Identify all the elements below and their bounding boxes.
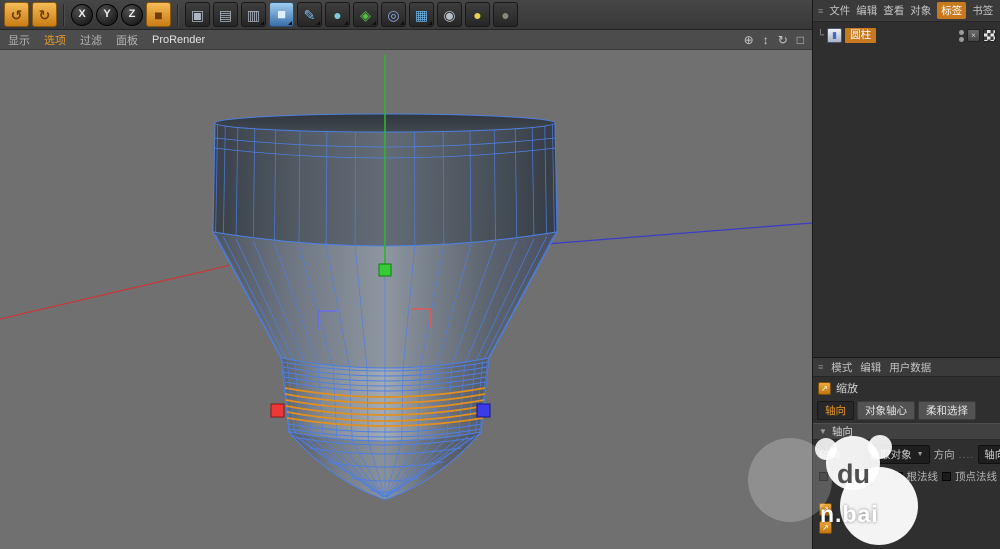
cinema4d-window: ↺ ↻ X Y Z ■ ▣ ▤ ▥ ■ ✎ ● ◈ ◎ ▦ ◉ ● ● 显示 选… (0, 0, 1000, 549)
light-on-icon[interactable]: ● (465, 2, 490, 27)
pick-object-value: 选取对象 (870, 447, 912, 462)
toolbar-separator (63, 4, 65, 26)
undo-icon[interactable]: ↺ (4, 2, 29, 27)
om-menu-file[interactable]: 文件 (829, 3, 850, 18)
light-dim-icon[interactable]: ● (493, 2, 518, 27)
pan-view-icon[interactable]: ⊕ (744, 33, 754, 47)
keep-label: 保持 (832, 469, 853, 484)
om-menu-view[interactable]: 查看 (883, 3, 904, 18)
am-menu-userdata[interactable]: 用户数据 (889, 360, 931, 375)
render-picture-viewer-icon[interactable]: ▤ (213, 2, 238, 27)
cylinder-object-icon[interactable]: ▮ (827, 28, 842, 43)
attribute-row: ↗ (813, 516, 1000, 534)
direction-dropdown[interactable]: 轴向 (978, 445, 1000, 464)
render-view-icon[interactable]: ▣ (185, 2, 210, 27)
viewport-3d[interactable] (0, 50, 812, 549)
panel-grip-icon[interactable]: ≡ (818, 362, 823, 372)
axis-section-header[interactable]: ▼ 轴向 (813, 423, 1000, 440)
toggle-view-icon[interactable]: □ (797, 33, 804, 47)
viewport-panel: 显示 选项 过滤 面板 ProRender ⊕ ↕ ↻ □ (0, 30, 812, 549)
direction-label: 方向 (934, 447, 955, 462)
coordinate-system-icon[interactable]: ■ (146, 2, 171, 27)
object-manager: ≡ 文件 编辑 查看 对象 标签 书签 └ ▮ 圆柱 × (813, 0, 1000, 358)
viewport-canvas[interactable] (0, 50, 812, 549)
right-panel: ≡ 文件 编辑 查看 对象 标签 书签 └ ▮ 圆柱 × ≡ 模式 编辑 (812, 0, 1000, 549)
viewport-menu-display[interactable]: 显示 (8, 32, 30, 48)
toolbar-separator (177, 4, 179, 26)
material-sphere-icon[interactable]: ● (325, 2, 350, 27)
phong-tag-icon[interactable] (983, 29, 996, 42)
root-normal-checkbox[interactable] (894, 472, 903, 481)
render-settings-icon[interactable]: ▥ (241, 2, 266, 27)
tab-soft-selection[interactable]: 柔和选择 (918, 401, 976, 420)
am-menu-edit[interactable]: 编辑 (860, 360, 881, 375)
direction-value: 轴向 (984, 447, 1000, 462)
section-collapse-icon[interactable]: ▼ (819, 427, 827, 436)
viewport-menu-options[interactable]: 选项 (44, 32, 66, 48)
am-menu-mode[interactable]: 模式 (831, 360, 852, 375)
dots: .... (959, 449, 975, 461)
scale-tool-icon: ↗ (818, 382, 831, 395)
axis-field-icon[interactable]: ↗ (819, 521, 832, 534)
om-menu-tags[interactable]: 标签 (937, 2, 966, 19)
tab-object-axis[interactable]: 对象轴心 (857, 401, 915, 420)
tree-elbow-icon: └ (817, 30, 824, 41)
axis-parameter-row: 轴向 .... 选取对象 ▼ 方向 .... 轴向 (813, 440, 1000, 464)
viewport-menu-prorender[interactable]: ProRender (152, 34, 205, 46)
axis-field-icon[interactable]: ↗ (819, 503, 832, 516)
viewport-menu-filter[interactable]: 过滤 (80, 32, 102, 48)
redo-icon[interactable]: ↻ (32, 2, 57, 27)
main-toolbar: ↺ ↻ X Y Z ■ ▣ ▤ ▥ ■ ✎ ● ◈ ◎ ▦ ◉ ● ● (0, 0, 812, 30)
panel-grip-icon[interactable]: ≡ (818, 6, 823, 16)
attribute-row: ↗ (813, 498, 1000, 516)
viewport-menu-panel[interactable]: 面板 (116, 32, 138, 48)
lock-x-button[interactable]: X (71, 4, 93, 26)
vertex-normal-checkbox[interactable] (942, 472, 951, 481)
om-menu-edit[interactable]: 编辑 (856, 3, 877, 18)
attribute-menubar: ≡ 模式 编辑 用户数据 (813, 358, 1000, 377)
active-tool-row: ↗ 缩放 (813, 377, 1000, 399)
keep-checkbox[interactable] (819, 472, 828, 481)
active-tool-label: 缩放 (836, 380, 858, 396)
attribute-manager: ≡ 模式 编辑 用户数据 ↗ 缩放 轴向 对象轴心 柔和选择 ▼ 轴向 轴向 .… (813, 358, 1000, 549)
viewport-nav-icons: ⊕ ↕ ↻ □ (744, 33, 804, 47)
lock-z-button[interactable]: Z (121, 4, 143, 26)
keep-options-row: 保持 根法线 顶点法线 (813, 464, 1000, 484)
camera-icon[interactable]: ◉ (437, 2, 462, 27)
axis-label: 轴向 (819, 447, 840, 462)
viewport-menubar: 显示 选项 过滤 面板 ProRender ⊕ ↕ ↻ □ (0, 30, 812, 50)
object-state-tag-icon[interactable]: × (967, 29, 980, 42)
dolly-view-icon[interactable]: ↕ (763, 33, 769, 47)
visibility-dots-icon[interactable] (959, 30, 964, 42)
deformer-icon[interactable]: ◈ (353, 2, 378, 27)
object-manager-menubar: ≡ 文件 编辑 查看 对象 标签 书签 (813, 0, 1000, 22)
chevron-down-icon: ▼ (917, 451, 924, 458)
dots: .... (844, 449, 860, 461)
tab-axis[interactable]: 轴向 (817, 401, 854, 420)
root-normal-label: 根法线 (907, 469, 939, 484)
section-title: 轴向 (832, 424, 853, 439)
pick-object-dropdown[interactable]: 选取对象 ▼ (864, 445, 930, 464)
object-row-cylinder[interactable]: └ ▮ 圆柱 × (813, 22, 1000, 43)
attribute-tabs: 轴向 对象轴心 柔和选择 (813, 399, 1000, 423)
object-name-label[interactable]: 圆柱 (845, 28, 876, 43)
primitive-cube-icon[interactable]: ■ (269, 2, 294, 27)
spline-pen-icon[interactable]: ✎ (297, 2, 322, 27)
om-menu-objects[interactable]: 对象 (910, 3, 931, 18)
vertex-normal-label: 顶点法线 (955, 469, 997, 484)
lock-y-button[interactable]: Y (96, 4, 118, 26)
mograph-grid-icon[interactable]: ▦ (409, 2, 434, 27)
y-axis-handle[interactable] (379, 264, 391, 276)
environment-icon[interactable]: ◎ (381, 2, 406, 27)
x-axis-handle[interactable] (271, 404, 284, 417)
z-axis-handle[interactable] (477, 404, 490, 417)
rotate-view-icon[interactable]: ↻ (778, 33, 788, 47)
om-menu-bookmarks[interactable]: 书签 (972, 3, 993, 18)
